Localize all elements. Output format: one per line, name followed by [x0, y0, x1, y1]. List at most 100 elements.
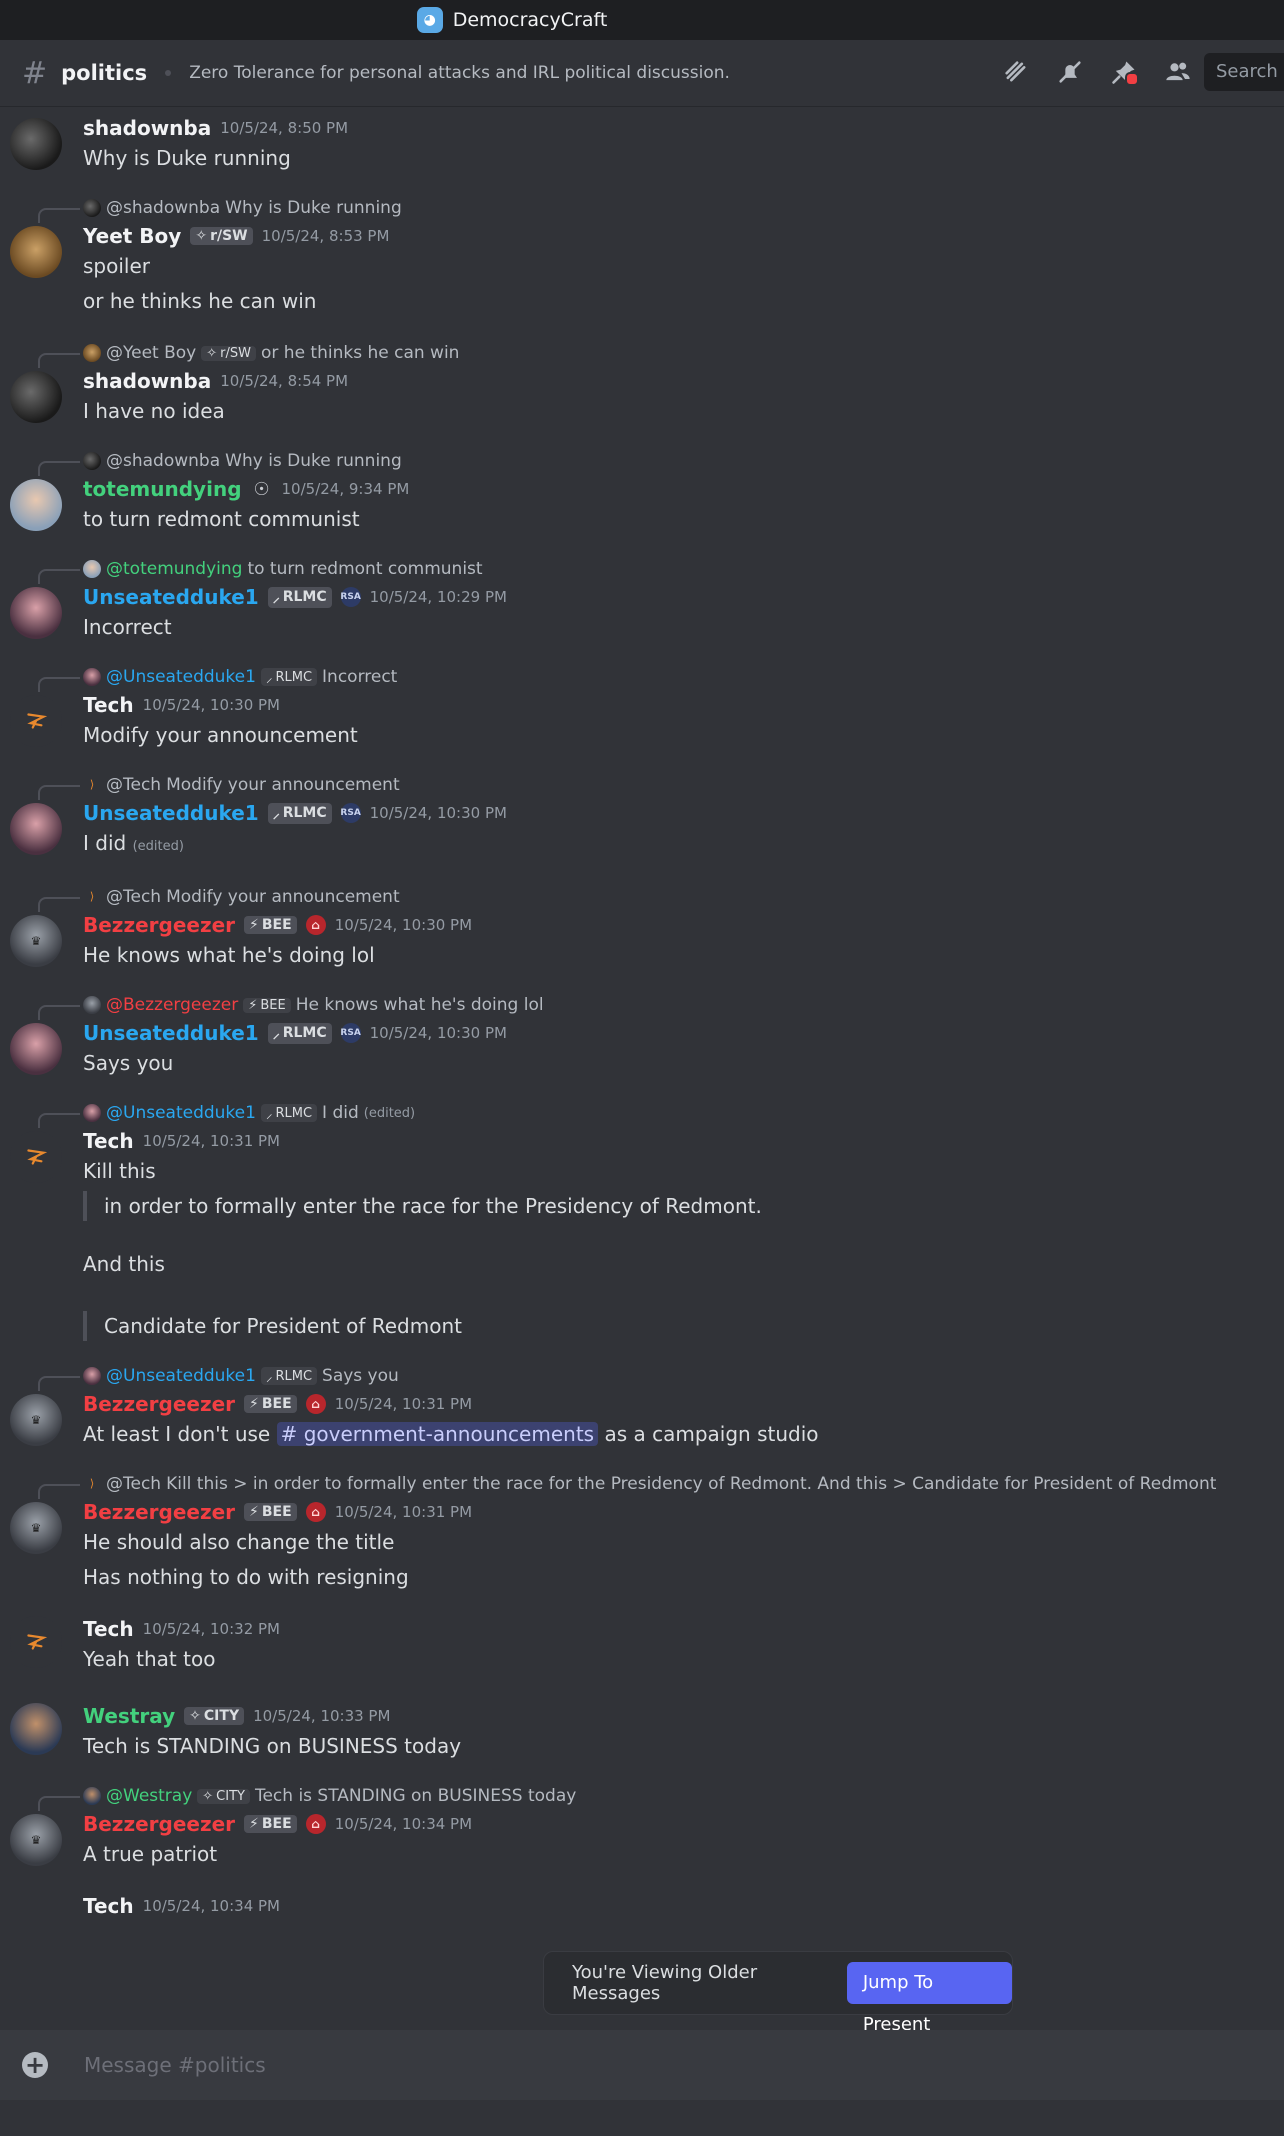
reply-avatar	[83, 199, 101, 217]
avatar[interactable]: ♛	[10, 1394, 62, 1446]
tag-icon: ✧	[189, 1708, 201, 1724]
role-icon[interactable]: RSA	[340, 587, 361, 607]
message-input[interactable]	[82, 2052, 986, 2078]
reply-author[interactable]: @totemundying	[106, 559, 242, 579]
author-name[interactable]: Bezzergeezer	[83, 1392, 235, 1416]
jump-to-present-button[interactable]: Jump To Present	[846, 1962, 1012, 2035]
avatar[interactable]	[10, 118, 62, 170]
add-icon[interactable]: +	[22, 2052, 48, 2078]
reply-preview[interactable]: ⟩ @Tech Kill this > in order to formally…	[83, 1471, 1264, 1497]
reply-connector	[38, 1113, 80, 1128]
avatar[interactable]	[10, 479, 62, 531]
reply-preview[interactable]: @Westray ✧ CITY Tech is STANDING on BUSIN…	[83, 1783, 1264, 1809]
reply-preview[interactable]: @totemundying to turn redmont communist	[83, 556, 1264, 582]
reply-author[interactable]: @Tech	[106, 775, 161, 795]
members-icon[interactable]	[1162, 56, 1194, 88]
tag-label: r/SW	[220, 345, 251, 361]
guild-tag[interactable]: ⸝ RLMC	[267, 586, 332, 608]
reply-author[interactable]: @Tech	[106, 1474, 161, 1494]
author-name[interactable]: Westray	[83, 1704, 175, 1728]
reply-preview[interactable]: ⟩ @Tech Modify your announcement	[83, 772, 1264, 798]
role-icon[interactable]: ⌂	[305, 1394, 326, 1414]
author-name[interactable]: Yeet Boy	[83, 224, 181, 248]
reply-author[interactable]: @Unseatedduke1	[106, 1366, 256, 1386]
reply-author[interactable]: @shadownba	[106, 198, 220, 218]
avatar[interactable]	[10, 226, 62, 278]
mute-icon[interactable]	[1054, 56, 1086, 88]
server-name: DemocracyCraft	[452, 9, 608, 31]
avatar[interactable]	[10, 803, 62, 855]
window-titlebar: ◕ DemocracyCraft	[0, 0, 1284, 40]
author-name[interactable]: shadownba	[83, 369, 211, 393]
guild-tag[interactable]: ✧ r/SW	[190, 227, 253, 245]
reply-preview[interactable]: @Yeet Boy ✧ r/SW or he thinks he can win	[83, 340, 1264, 366]
tag-label: CITY	[216, 1788, 245, 1804]
author-name[interactable]: Tech	[83, 1617, 134, 1641]
role-icon[interactable]: ⌂	[305, 915, 326, 935]
message-text: Modify your announcement	[83, 723, 358, 747]
pin-icon[interactable]	[1108, 56, 1140, 88]
reply-author[interactable]: @Tech	[106, 887, 161, 907]
reply-preview[interactable]: @shadownba Why is Duke running	[83, 195, 1264, 221]
role-icon[interactable]: RSA	[340, 1023, 361, 1043]
avatar[interactable]: ♛	[10, 1814, 62, 1866]
reply-author[interactable]: @Unseatedduke1	[106, 1103, 256, 1123]
author-name[interactable]: Unseatedduke1	[83, 801, 259, 825]
guild-tag[interactable]: ⸝ RLMC	[267, 1022, 332, 1044]
avatar[interactable]	[10, 1616, 62, 1668]
reply-author[interactable]: @Yeet Boy	[106, 343, 196, 363]
author-name[interactable]: Bezzergeezer	[83, 1812, 235, 1836]
avatar[interactable]	[10, 1131, 62, 1183]
role-icon[interactable]: ⌂	[305, 1814, 326, 1834]
reply-preview[interactable]: @Bezzergeezer ⚡ BEE He knows what he's do…	[83, 992, 1264, 1018]
author-name[interactable]: Bezzergeezer	[83, 1500, 235, 1524]
avatar[interactable]	[10, 371, 62, 423]
reply-author[interactable]: @Bezzergeezer	[106, 995, 238, 1015]
author-name[interactable]: Tech	[83, 1894, 134, 1918]
guild-tag[interactable]: ⚡ BEE	[244, 916, 297, 934]
role-icon[interactable]: ⌂	[305, 1502, 326, 1522]
channel-topic[interactable]: Zero Tolerance for personal attacks and …	[189, 63, 730, 83]
role-icon[interactable]: RSA	[340, 803, 361, 823]
message-body: I did	[83, 831, 127, 855]
reply-preview[interactable]: ⟩ @Tech Modify your announcement	[83, 884, 1264, 910]
tag-icon: ✧	[202, 1788, 214, 1804]
author-name[interactable]: totemundying	[83, 477, 242, 501]
reply-connector	[38, 1484, 80, 1499]
avatar[interactable]: ♛	[10, 1502, 62, 1554]
role-icon[interactable]: ☉	[251, 479, 273, 500]
reply-preview[interactable]: @Unseatedduke1 ⸝ RLMC I did (edited)	[83, 1100, 1264, 1126]
author-name[interactable]: Tech	[83, 1129, 134, 1153]
reply-author[interactable]: @Unseatedduke1	[106, 667, 256, 687]
message: shadownba 10/5/24, 8:50 PM Why is Duke r…	[0, 113, 1284, 173]
message-text: Tech is STANDING on BUSINESS today	[83, 1734, 462, 1758]
message-list[interactable]: shadownba 10/5/24, 8:50 PM Why is Duke r…	[0, 107, 1284, 2030]
avatar[interactable]: ♛	[10, 915, 62, 967]
lightning-icon: ⚡	[249, 917, 259, 933]
author-name[interactable]: Unseatedduke1	[83, 585, 259, 609]
threads-icon[interactable]	[1000, 56, 1032, 88]
guild-tag[interactable]: ⚡ BEE	[244, 1395, 297, 1413]
search-input[interactable]: Search	[1204, 53, 1284, 91]
reply-preview[interactable]: @Unseatedduke1 ⸝ RLMC Says you	[83, 1363, 1264, 1389]
author-name[interactable]: Bezzergeezer	[83, 913, 235, 937]
avatar[interactable]	[10, 1703, 62, 1755]
guild-tag[interactable]: ⚡ BEE	[244, 1503, 297, 1521]
message: Westray ✧ CITY 10/5/24, 10:33 PM Tech is …	[0, 1701, 1284, 1761]
message: @Westray ✧ CITY Tech is STANDING on BUSIN…	[0, 1783, 1284, 1869]
guild-tag[interactable]: ✧ CITY	[184, 1707, 245, 1725]
channel-mention[interactable]: # government-announcements	[276, 1422, 599, 1446]
reply-preview[interactable]: @Unseatedduke1 ⸝ RLMC Incorrect	[83, 664, 1264, 690]
guild-tag[interactable]: ⸝ RLMC	[267, 802, 332, 824]
avatar[interactable]	[10, 587, 62, 639]
guild-tag[interactable]: ⚡ BEE	[244, 1815, 297, 1833]
reply-preview[interactable]: @shadownba Why is Duke running	[83, 448, 1264, 474]
avatar[interactable]	[10, 1023, 62, 1075]
author-name[interactable]: Unseatedduke1	[83, 1021, 259, 1045]
author-name[interactable]: shadownba	[83, 116, 211, 140]
author-name[interactable]: Tech	[83, 693, 134, 717]
reply-guild-tag: ⚡ BEE	[243, 997, 291, 1013]
avatar[interactable]	[10, 695, 62, 747]
reply-author[interactable]: @shadownba	[106, 451, 220, 471]
reply-author[interactable]: @Westray	[106, 1786, 192, 1806]
